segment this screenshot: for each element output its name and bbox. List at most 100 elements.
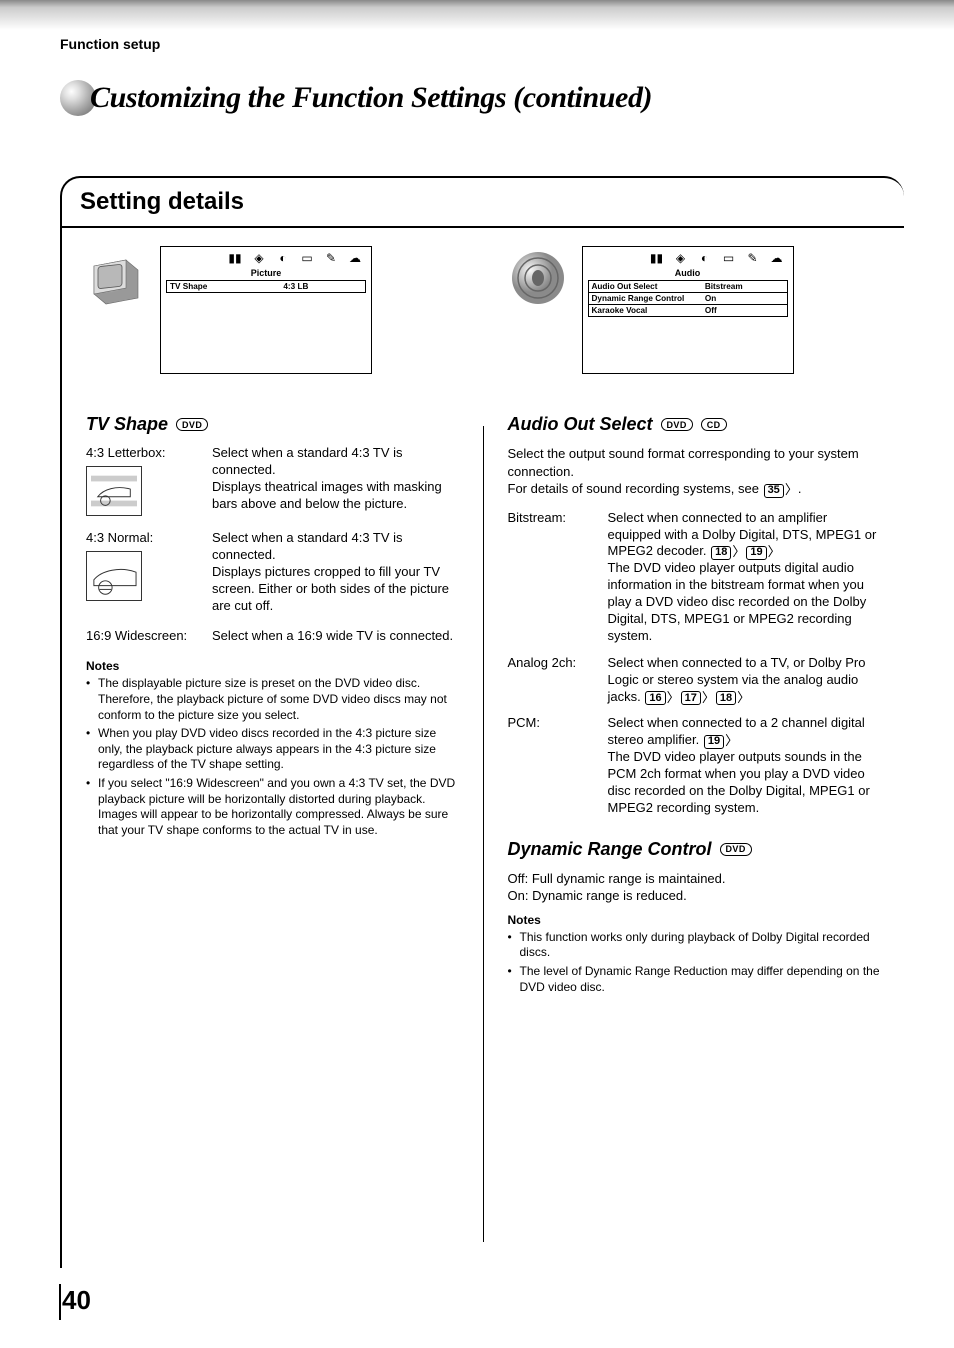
osd-val: 4:3 LB xyxy=(281,282,362,291)
page-ref: 18 xyxy=(711,546,731,560)
osd-row: Audio Out Select Bitstream xyxy=(588,280,788,293)
cd-badge: CD xyxy=(701,418,727,431)
tv-icon xyxy=(86,248,146,308)
page-ref: 19 xyxy=(746,546,766,560)
def-label: PCM: xyxy=(508,715,602,816)
osd-val: Bitstream xyxy=(703,282,784,291)
osd-key: Audio Out Select xyxy=(592,282,703,291)
def-body: Select when a standard 4:3 TV is connect… xyxy=(212,445,459,516)
breadcrumb: Function setup xyxy=(60,36,904,52)
osd-row: Dynamic Range Control On xyxy=(588,293,788,305)
note-item: The displayable picture size is preset o… xyxy=(86,676,459,723)
settings-panel: Setting details ▮▮ xyxy=(60,176,904,1268)
def-row: 4:3 Letterbox: Select when a standard xyxy=(86,445,459,516)
osd-row: TV Shape 4:3 LB xyxy=(166,280,366,293)
left-column: ▮▮ ◈ ◐ ▭ ✎ ☁ Picture TV Shape 4:3 LB xyxy=(62,246,483,1242)
osd-val: On xyxy=(703,294,784,303)
letterbox-thumb-icon xyxy=(86,466,142,516)
angle-icon: 〉 xyxy=(785,481,798,499)
osd-icon: ▮▮ xyxy=(228,252,242,264)
angle-icon: 〉 xyxy=(725,733,738,750)
text: On: xyxy=(508,888,529,903)
page-ref: 19 xyxy=(704,735,724,749)
drc-body: Off: Full dynamic range is maintained. O… xyxy=(508,870,881,905)
osd-row: Karaoke Vocal Off xyxy=(588,305,788,317)
speaker-icon xyxy=(508,248,568,308)
def-body: Select when a standard 4:3 TV is connect… xyxy=(212,530,459,614)
def-row: PCM: Select when connected to a 2 channe… xyxy=(508,715,881,816)
angle-icon: 〉 xyxy=(732,544,745,561)
def-row: Analog 2ch: Select when connected to a T… xyxy=(508,655,881,706)
subhead-text: TV Shape xyxy=(86,414,168,435)
note-item: If you select "16:9 Widescreen" and you … xyxy=(86,776,459,838)
text: Dynamic range is reduced. xyxy=(532,888,687,903)
osd-icon: ☁ xyxy=(348,252,362,264)
osd-key: Karaoke Vocal xyxy=(592,306,703,315)
osd-tab-icons: ▮▮ ◈ ◐ ▭ ✎ ☁ xyxy=(588,252,788,264)
subhead-text: Dynamic Range Control xyxy=(508,839,712,860)
osd-icon: ◐ xyxy=(276,252,290,264)
osd-icon: ◐ xyxy=(698,252,712,264)
note-item: This function works only during playback… xyxy=(508,930,881,961)
drc-heading: Dynamic Range Control DVD xyxy=(508,839,881,860)
settings-heading: Setting details xyxy=(62,178,904,228)
def-body: Select when connected to a TV, or Dolby … xyxy=(608,655,881,706)
osd-title: Picture xyxy=(166,268,366,278)
osd-key: TV Shape xyxy=(170,282,281,291)
osd-icon: ✎ xyxy=(746,252,760,264)
picture-header: ▮▮ ◈ ◐ ▭ ✎ ☁ Picture TV Shape 4:3 LB xyxy=(86,246,459,374)
page-title: Customizing the Function Settings (conti… xyxy=(90,81,652,115)
text: Full dynamic range is maintained. xyxy=(532,871,726,886)
right-column: ▮▮ ◈ ◐ ▭ ✎ ☁ Audio Audio Out Select Bits… xyxy=(484,246,905,1242)
page-number: 40 xyxy=(62,1285,91,1316)
def-body: Select when connected to a 2 channel dig… xyxy=(608,715,881,816)
label-text: 4:3 Letterbox: xyxy=(86,445,206,460)
page-ref: 17 xyxy=(681,691,701,705)
page-content: Function setup Customizing the Function … xyxy=(0,0,954,1308)
osd-icon: ✎ xyxy=(324,252,338,264)
note-item: The level of Dynamic Range Reduction may… xyxy=(508,964,881,995)
angle-icon: 〉 xyxy=(667,690,680,707)
drc-line: Off: Full dynamic range is maintained. xyxy=(508,870,881,888)
def-label: Analog 2ch: xyxy=(508,655,602,706)
notes-list: The displayable picture size is preset o… xyxy=(86,676,459,838)
notes-list: This function works only during playback… xyxy=(508,930,881,995)
text: For details of sound recording systems, … xyxy=(508,481,763,496)
intro-line: Select the output sound format correspon… xyxy=(508,445,881,480)
def-row: Bitstream: Select when connected to an a… xyxy=(508,510,881,645)
audio-header: ▮▮ ◈ ◐ ▭ ✎ ☁ Audio Audio Out Select Bits… xyxy=(508,246,881,374)
audio-out-heading: Audio Out Select DVD CD xyxy=(508,414,881,435)
angle-icon: 〉 xyxy=(737,690,750,707)
dvd-badge: DVD xyxy=(176,418,208,431)
label-text: 4:3 Normal: xyxy=(86,530,206,545)
angle-icon: 〉 xyxy=(768,544,781,561)
osd-icon: ◈ xyxy=(252,252,266,264)
page-ref: 18 xyxy=(716,691,736,705)
def-row: 4:3 Normal: Select when a standard 4:3 T… xyxy=(86,530,459,614)
page-ref: 35 xyxy=(764,484,784,498)
page-ref: 16 xyxy=(645,691,665,705)
def-label: 16:9 Widescreen: xyxy=(86,628,206,645)
dvd-badge: DVD xyxy=(661,418,693,431)
audio-intro: Select the output sound format correspon… xyxy=(508,445,881,498)
picture-osd: ▮▮ ◈ ◐ ▭ ✎ ☁ Picture TV Shape 4:3 LB xyxy=(160,246,372,374)
def-row: 16:9 Widescreen: Select when a 16:9 wide… xyxy=(86,628,459,645)
def-body: Select when connected to an amplifier eq… xyxy=(608,510,881,645)
tv-shape-heading: TV Shape DVD xyxy=(86,414,459,435)
def-label: Bitstream: xyxy=(508,510,602,645)
subhead-text: Audio Out Select xyxy=(508,414,653,435)
title-row: Customizing the Function Settings (conti… xyxy=(60,80,904,116)
normal-thumb-icon xyxy=(86,551,142,601)
angle-icon: 〉 xyxy=(702,690,715,707)
osd-icon: ▭ xyxy=(722,252,736,264)
osd-tab-icons: ▮▮ ◈ ◐ ▭ ✎ ☁ xyxy=(166,252,366,264)
osd-val: Off xyxy=(703,306,784,315)
intro-line: For details of sound recording systems, … xyxy=(508,480,881,498)
osd-title: Audio xyxy=(588,268,788,278)
osd-key: Dynamic Range Control xyxy=(592,294,703,303)
osd-icon: ▭ xyxy=(300,252,314,264)
osd-icon: ▮▮ xyxy=(650,252,664,264)
def-label: 4:3 Normal: xyxy=(86,530,206,614)
text: Off: xyxy=(508,871,529,886)
text: The DVD video player outputs digital aud… xyxy=(608,560,867,643)
